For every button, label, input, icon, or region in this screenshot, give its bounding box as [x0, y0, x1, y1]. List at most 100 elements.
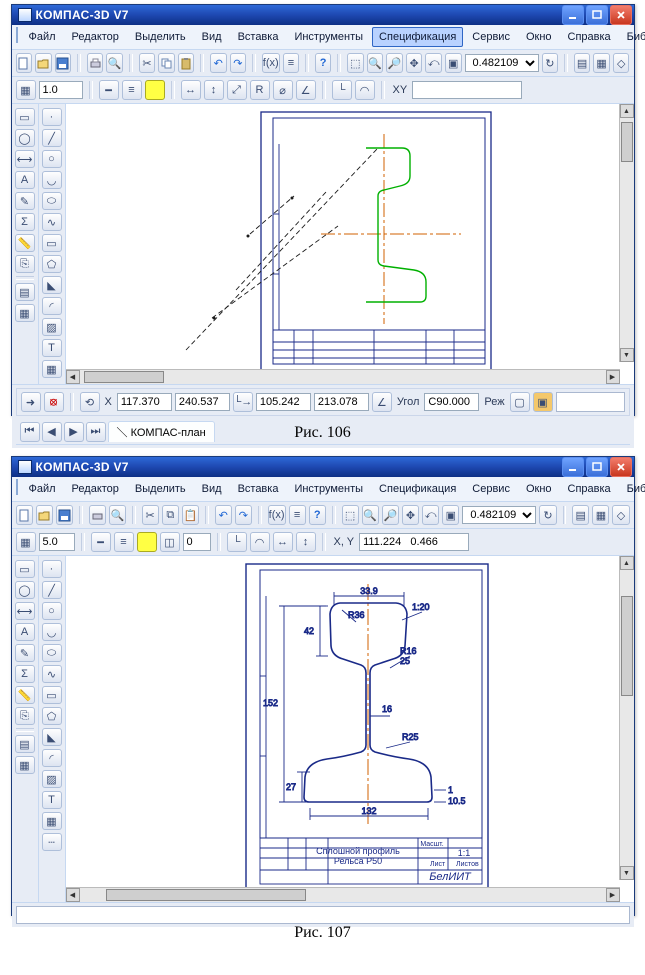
- dim-rad-icon[interactable]: R: [250, 80, 270, 100]
- dimensions-icon[interactable]: ⟷: [15, 150, 35, 168]
- chamfer-icon[interactable]: ◣: [42, 728, 62, 746]
- horizontal-scrollbar[interactable]: ◀ ▶: [66, 369, 620, 384]
- variables-icon[interactable]: ≡: [283, 53, 300, 73]
- scroll-thumb-h[interactable]: [106, 889, 306, 901]
- zoom-window-icon[interactable]: ⬚: [347, 53, 364, 73]
- edit-icon[interactable]: ✎: [15, 192, 35, 210]
- menu-service[interactable]: Сервис: [465, 27, 517, 47]
- scroll-up-icon[interactable]: ▲: [620, 104, 634, 118]
- drawing-canvas[interactable]: Сплошной профиль Рельса Р50 БелИИТ Масшт…: [66, 556, 634, 902]
- redo-icon[interactable]: ↷: [235, 505, 252, 525]
- line-icon[interactable]: ╱: [42, 129, 62, 147]
- cut-icon[interactable]: ✂: [142, 505, 159, 525]
- menu-window[interactable]: Окно: [519, 27, 559, 47]
- dimensions-icon[interactable]: ⟷: [15, 602, 35, 620]
- pan-icon[interactable]: ✥: [406, 53, 423, 73]
- rect-icon[interactable]: ▭: [42, 686, 62, 704]
- zoom-prev-icon[interactable]: ⤺: [425, 53, 442, 73]
- close-button[interactable]: [610, 5, 632, 25]
- xy-field[interactable]: [359, 533, 469, 551]
- dim-hor-icon[interactable]: ↔: [181, 80, 201, 100]
- menu-select[interactable]: Выделить: [128, 479, 193, 499]
- geometry-icon[interactable]: ◯: [15, 581, 35, 599]
- zoom-prev-icon[interactable]: ⤺: [422, 505, 439, 525]
- open-icon[interactable]: [36, 505, 53, 525]
- polygon-icon[interactable]: ⬠: [42, 255, 62, 273]
- zoom-out-icon[interactable]: 🔎: [382, 505, 399, 525]
- menu-view[interactable]: Вид: [195, 479, 229, 499]
- vertical-scrollbar[interactable]: ▲ ▼: [619, 104, 634, 362]
- round-icon[interactable]: ◠: [250, 532, 270, 552]
- dim-diam-icon[interactable]: ⌀: [273, 80, 293, 100]
- ortho-icon[interactable]: └: [227, 532, 247, 552]
- undo-icon[interactable]: ↶: [215, 505, 232, 525]
- dx-field[interactable]: [256, 393, 311, 411]
- fillet-tool-icon[interactable]: ◜: [42, 749, 62, 767]
- dim-switch-icon[interactable]: ↔: [273, 532, 293, 552]
- grid-icon[interactable]: ▦: [593, 53, 610, 73]
- select-icon[interactable]: ▭: [15, 560, 35, 578]
- select-icon[interactable]: ▭: [15, 108, 35, 126]
- menu-editor[interactable]: Редактор: [65, 27, 126, 47]
- scroll-left-icon[interactable]: ◀: [66, 370, 80, 384]
- open-icon[interactable]: [35, 53, 52, 73]
- arc-icon[interactable]: ◡: [42, 623, 62, 641]
- mode2-icon[interactable]: ▣: [533, 392, 553, 412]
- print-icon[interactable]: [87, 53, 104, 73]
- menu-libraries[interactable]: Библиотеки: [620, 27, 645, 47]
- tab-kompas[interactable]: ＼ КОМПАС-план: [108, 421, 215, 442]
- measure-icon[interactable]: 📏: [15, 234, 35, 252]
- maximize-button[interactable]: [586, 5, 608, 25]
- mode1-icon[interactable]: ▢: [510, 392, 530, 412]
- menu-service[interactable]: Сервис: [465, 479, 517, 499]
- titlebar[interactable]: КОМПАС-3D V7: [12, 457, 634, 477]
- dim-ang-icon[interactable]: ∠: [296, 80, 316, 100]
- menu-editor[interactable]: Редактор: [65, 479, 126, 499]
- lineweight-icon[interactable]: ≡: [114, 532, 134, 552]
- drawing-canvas[interactable]: ▲ ▼ ◀ ▶: [66, 104, 634, 384]
- zoom-in-icon[interactable]: 🔍: [367, 53, 384, 73]
- tab-nav-next[interactable]: ▶: [64, 422, 84, 442]
- copy-icon[interactable]: ⧉: [162, 505, 179, 525]
- ellipse-icon[interactable]: ⬭: [42, 644, 62, 662]
- angle-switch-icon[interactable]: ∠: [372, 392, 392, 412]
- report-icon[interactable]: ▦: [15, 756, 35, 774]
- scroll-thumb-h[interactable]: [84, 371, 164, 383]
- zoom-fit-icon[interactable]: ▣: [445, 53, 462, 73]
- params-icon[interactable]: Σ: [15, 665, 35, 683]
- geometry-icon[interactable]: ◯: [15, 129, 35, 147]
- tab-nav-prev[interactable]: ◀: [42, 422, 62, 442]
- cut-icon[interactable]: ✂: [139, 53, 156, 73]
- assoc-icon[interactable]: ⎘: [15, 707, 35, 725]
- menu-window[interactable]: Окно: [519, 479, 559, 499]
- layers-icon[interactable]: ▤: [572, 505, 589, 525]
- print-icon[interactable]: [89, 505, 106, 525]
- print-preview-icon[interactable]: 🔍: [109, 505, 126, 525]
- angle-field[interactable]: [424, 393, 479, 411]
- assoc-icon[interactable]: ⎘: [15, 255, 35, 273]
- zoom-fit-icon[interactable]: ▣: [442, 505, 459, 525]
- hatch-icon[interactable]: ▨: [42, 770, 62, 788]
- zoom-window-icon[interactable]: ⬚: [342, 505, 359, 525]
- layers-icon[interactable]: ▤: [574, 53, 591, 73]
- y-field[interactable]: [175, 393, 230, 411]
- scroll-down-icon[interactable]: ▼: [620, 866, 634, 880]
- paste-icon[interactable]: 📋: [182, 505, 199, 525]
- zoom-in-icon[interactable]: 🔍: [362, 505, 379, 525]
- minimize-button[interactable]: [562, 5, 584, 25]
- notation-icon[interactable]: A: [15, 171, 35, 189]
- menu-spec[interactable]: Спецификация: [372, 27, 463, 47]
- vertical-scrollbar[interactable]: ▲ ▼: [619, 556, 634, 880]
- chamfer-icon[interactable]: ◣: [42, 276, 62, 294]
- menu-tools[interactable]: Инструменты: [287, 27, 370, 47]
- spec-icon[interactable]: ▤: [15, 735, 35, 753]
- menu-spec[interactable]: Спецификация: [372, 479, 463, 499]
- variables-icon[interactable]: ≡: [289, 505, 306, 525]
- pan-icon[interactable]: ✥: [402, 505, 419, 525]
- scroll-right-icon[interactable]: ▶: [606, 370, 620, 384]
- scale-field[interactable]: [39, 533, 75, 551]
- rect-icon[interactable]: ▭: [42, 234, 62, 252]
- menu-insert[interactable]: Вставка: [231, 479, 286, 499]
- auto-create-icon[interactable]: ➜: [21, 392, 41, 412]
- titlebar[interactable]: КОМПАС-3D V7: [12, 5, 634, 25]
